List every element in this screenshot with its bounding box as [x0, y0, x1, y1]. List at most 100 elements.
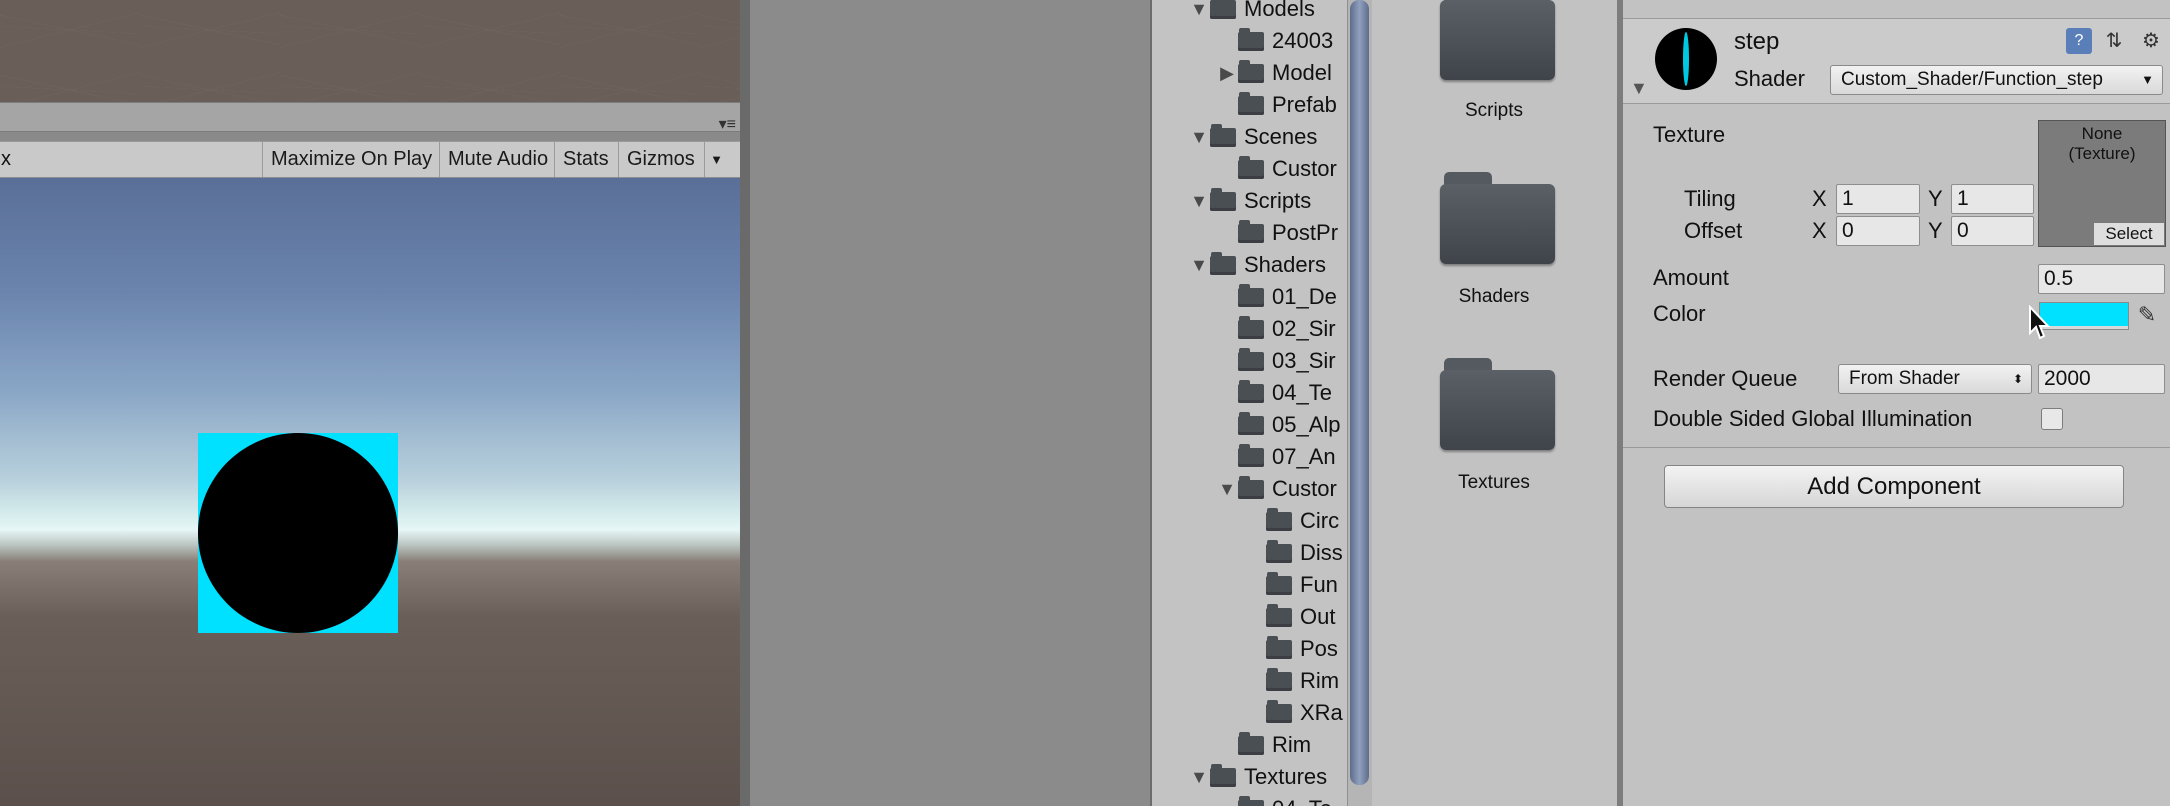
tree-item-label: 24003: [1272, 28, 1334, 53]
texture-slot-label: None (Texture): [2038, 124, 2166, 164]
render-queue-field[interactable]: 2000: [2038, 364, 2165, 394]
folder-icon: [1238, 443, 1264, 467]
folder-icon: [1210, 123, 1236, 147]
expanded-arrow-icon[interactable]: ▼: [1188, 191, 1210, 212]
grid-folder-label[interactable]: Shaders: [1404, 286, 1584, 308]
folder-icon: [1210, 251, 1236, 275]
eyedropper-icon[interactable]: ✎: [2134, 302, 2160, 328]
dsgi-checkbox[interactable]: [2041, 408, 2063, 430]
folder-icon: [1238, 411, 1264, 435]
scene-bottom-bar: [0, 102, 740, 132]
toolbar-cut-label[interactable]: x: [0, 142, 11, 177]
folder-icon[interactable]: [1440, 172, 1555, 264]
tree-item[interactable]: ▶ Model: [1216, 58, 1332, 88]
tree-item[interactable]: ▼ Textures: [1188, 762, 1327, 792]
tree-item[interactable]: 07_An: [1216, 442, 1336, 472]
tree-item-label: 05_Alp: [1272, 412, 1341, 437]
expanded-arrow-icon[interactable]: ▼: [1188, 0, 1210, 20]
tree-item[interactable]: Fun: [1244, 570, 1338, 600]
tiling-x-label: X: [1812, 186, 1827, 211]
shader-label: Shader: [1734, 66, 1805, 91]
gear-icon[interactable]: ⚙: [2138, 28, 2164, 54]
foldout-arrow-icon[interactable]: ▼: [1630, 78, 1648, 99]
tree-item[interactable]: XRa: [1244, 698, 1343, 728]
project-tree: ▼ Models 24003 ▶ Model Prefab ▼ Scenes Custor ▼ Sc…: [1152, 0, 1347, 806]
tree-item-label: 03_Sir: [1272, 348, 1336, 373]
tree-item[interactable]: Prefab: [1216, 90, 1337, 120]
help-icon[interactable]: ?: [2066, 28, 2092, 54]
tree-item[interactable]: PostPr: [1216, 218, 1338, 248]
tree-item[interactable]: ▼ Scripts: [1188, 186, 1311, 216]
expanded-arrow-icon[interactable]: ▼: [1188, 767, 1210, 788]
tree-item[interactable]: 05_Alp: [1216, 410, 1341, 440]
gizmos-dropdown-icon[interactable]: ▼: [704, 142, 728, 177]
folder-icon: [1238, 91, 1264, 115]
tiling-y-field[interactable]: 1: [1951, 184, 2034, 214]
tree-item[interactable]: 01_De: [1216, 282, 1337, 312]
tree-item-label: 04_Te: [1272, 380, 1332, 405]
expanded-arrow-icon[interactable]: ▼: [1216, 479, 1238, 500]
offset-x-field[interactable]: 0: [1836, 216, 1920, 246]
expanded-arrow-icon[interactable]: ▼: [1188, 127, 1210, 148]
black-circle: [198, 433, 398, 633]
folder-icon[interactable]: [1440, 0, 1555, 80]
dropdown-arrow-icon: ▼: [2141, 72, 2154, 87]
tree-item[interactable]: Circ: [1244, 506, 1339, 536]
tree-item-label: Diss: [1300, 540, 1343, 565]
dropdown-arrow-icon: ⬍: [2012, 372, 2023, 386]
tree-item[interactable]: Custor: [1216, 154, 1337, 184]
tree-item[interactable]: ▼ Shaders: [1188, 250, 1326, 280]
folder-icon: [1266, 699, 1292, 723]
tree-item[interactable]: Rim: [1216, 730, 1311, 760]
texture-select-button[interactable]: Select: [2093, 222, 2165, 246]
tree-item-label: Textures: [1244, 764, 1328, 789]
panel-divider[interactable]: [740, 0, 750, 806]
tree-item[interactable]: ▼ Scenes: [1188, 122, 1317, 152]
folder-icon: [1238, 731, 1264, 755]
maximize-on-play-button[interactable]: Maximize On Play: [262, 142, 439, 177]
render-queue-dropdown[interactable]: From Shader ⬍: [1838, 364, 2032, 394]
tree-item[interactable]: ▼ Models: [1188, 0, 1315, 24]
grid-folder-label[interactable]: Scripts: [1404, 100, 1584, 122]
mute-audio-button[interactable]: Mute Audio: [439, 142, 554, 177]
amount-field[interactable]: 0.5: [2038, 264, 2165, 294]
expanded-arrow-icon[interactable]: ▼: [1188, 255, 1210, 276]
dsgi-label: Double Sided Global Illumination: [1653, 406, 1973, 431]
add-component-button[interactable]: Add Component: [1664, 465, 2124, 508]
grid-folder-label[interactable]: Textures: [1404, 472, 1584, 494]
tree-item-label: Custor: [1272, 156, 1337, 181]
collapsed-arrow-icon[interactable]: ▶: [1216, 63, 1238, 84]
scene-view[interactable]: [0, 0, 740, 102]
tree-item[interactable]: Out: [1244, 602, 1335, 632]
gizmos-button[interactable]: Gizmos: [618, 142, 704, 177]
mouse-cursor-icon: [2029, 305, 2051, 340]
offset-y-label: Y: [1928, 218, 1943, 243]
tree-item-label: Custor: [1272, 476, 1337, 501]
tree-item-label: Shaders: [1244, 252, 1326, 277]
folder-icon: [1238, 27, 1264, 51]
preset-icon[interactable]: ⇅: [2101, 28, 2127, 54]
tree-item[interactable]: Pos: [1244, 634, 1338, 664]
inspector-divider: [1623, 447, 2170, 448]
tree-item-label: Scenes: [1244, 124, 1318, 149]
folder-icon[interactable]: [1440, 358, 1555, 450]
tree-item[interactable]: 04_Te: [1216, 378, 1332, 408]
shader-value: Custom_Shader/Function_step: [1841, 69, 2103, 90]
panel-menu-icon[interactable]: ▾≡: [708, 117, 736, 133]
offset-y-field[interactable]: 0: [1951, 216, 2034, 246]
shader-dropdown[interactable]: Custom_Shader/Function_step ▼: [1830, 65, 2163, 95]
tree-item[interactable]: 04_Te: [1216, 794, 1332, 806]
render-queue-label: Render Queue: [1653, 366, 1798, 391]
stats-button[interactable]: Stats: [554, 142, 618, 177]
tree-item-label: 02_Sir: [1272, 316, 1336, 341]
tree-item-label: Rim: [1300, 668, 1340, 693]
tree-item[interactable]: ▼ Custor: [1216, 474, 1337, 504]
tree-item[interactable]: Rim: [1244, 666, 1339, 696]
tree-item[interactable]: 24003: [1216, 26, 1333, 56]
tree-item[interactable]: Diss: [1244, 538, 1343, 568]
tree-scrollbar-thumb[interactable]: [1350, 0, 1369, 785]
tiling-x-field[interactable]: 1: [1836, 184, 1920, 214]
tiling-y-label: Y: [1928, 186, 1943, 211]
tree-item[interactable]: 03_Sir: [1216, 346, 1336, 376]
tree-item[interactable]: 02_Sir: [1216, 314, 1336, 344]
